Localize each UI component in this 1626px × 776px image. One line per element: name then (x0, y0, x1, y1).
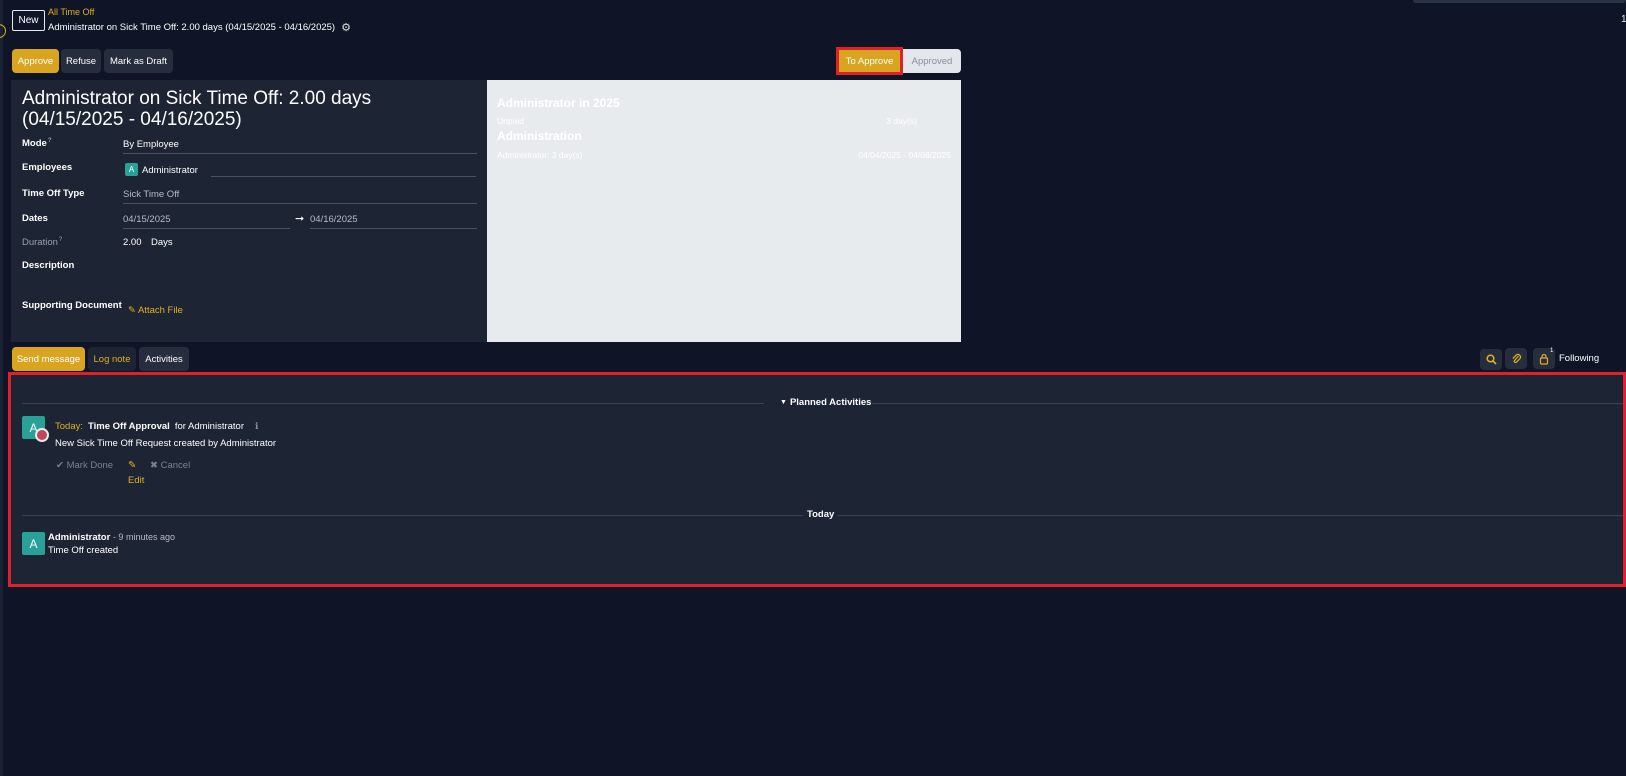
activities-button[interactable]: Activities (139, 347, 189, 371)
check-icon: ✔ (56, 460, 64, 471)
edit-activity-button[interactable]: Edit (128, 475, 144, 486)
new-button[interactable]: New (12, 10, 45, 31)
summary-row-value: 3 day(s) (886, 116, 917, 126)
today-date-separator: Today (807, 509, 835, 520)
attach-file-button[interactable]: ✎ Attach File (128, 305, 183, 316)
planned-activities-label: Planned Activities (789, 397, 872, 408)
attach-file-label: Attach File (137, 305, 183, 316)
date-to-field[interactable]: 04/16/2025 (310, 214, 477, 229)
divider (22, 403, 764, 404)
divider (872, 403, 1623, 404)
top-right-strip (1413, 0, 1626, 3)
duration-value: 2.00 (123, 237, 142, 248)
mode-label-text: Mode (22, 138, 47, 149)
time-off-type-label: Time Off Type (22, 188, 85, 199)
summary-department-title: Administration (497, 129, 582, 143)
cancel-activity-button[interactable]: ✖ Cancel (150, 460, 190, 471)
message-header: Administrator - 9 minutes ago (48, 532, 175, 543)
summary-department-row-value: 04/04/2025 - 04/08/2025 (858, 150, 951, 160)
message-body: Time Off created (48, 545, 119, 556)
employee-avatar: A (125, 163, 138, 176)
status-to-approve[interactable]: To Approve (836, 47, 903, 75)
breadcrumb-title: Administrator on Sick Time Off: 2.00 day… (48, 22, 336, 33)
left-toggle-circle[interactable] (0, 24, 6, 38)
paperclip-icon[interactable] (1505, 348, 1527, 369)
duration-help-icon[interactable]: ? (59, 237, 62, 243)
gear-icon[interactable]: ⚙ (341, 21, 351, 34)
send-message-button[interactable]: Send message (12, 347, 85, 371)
activity-title: Time Off Approval (88, 421, 170, 432)
description-label: Description (22, 260, 75, 271)
employees-label: Employees (22, 162, 73, 173)
activity-status-badge (35, 428, 49, 442)
close-icon: ✖ (150, 460, 158, 471)
top-right-indicator: 1 (1621, 14, 1626, 25)
mark-done-label: Mark Done (66, 460, 114, 471)
follower-count: 1 (1550, 348, 1554, 354)
supporting-document-label: Supporting Document (22, 300, 122, 311)
activity-due-label: Today: (55, 421, 83, 432)
avatar[interactable]: A (22, 532, 45, 555)
message-timestamp: - 9 minutes ago (112, 532, 175, 542)
mode-label: Mode? (22, 138, 51, 149)
activity-header: Today: Time Off Approval for Administrat… (55, 421, 258, 432)
activity-assignee: for Administrator (174, 421, 244, 432)
refuse-button[interactable]: Refuse (61, 49, 101, 73)
left-edge-bar (0, 0, 3, 776)
status-approved[interactable]: Approved (903, 49, 961, 73)
mode-help-icon[interactable]: ? (48, 138, 52, 144)
employees-input-line[interactable] (211, 176, 476, 177)
duration-label: Duration? (22, 237, 62, 248)
summary-department-row-label: Administrator: 3 day(s) (497, 150, 583, 160)
summary-row-label: Unpaid (497, 116, 524, 126)
date-range-arrow-icon: ➞ (295, 213, 305, 225)
duration-label-text: Duration (22, 237, 58, 248)
date-from-field[interactable]: 04/15/2025 (123, 214, 290, 229)
caret-down-icon: ▼ (780, 399, 787, 406)
approve-button[interactable]: Approve (12, 49, 59, 73)
divider (838, 515, 1623, 516)
search-icon[interactable] (1480, 349, 1502, 370)
message-author[interactable]: Administrator (48, 532, 110, 543)
page-title: Administrator on Sick Time Off: 2.00 day… (22, 88, 372, 130)
pencil-icon[interactable]: ✎ (128, 460, 136, 471)
paperclip-icon: ✎ (128, 305, 136, 316)
dates-label: Dates (22, 213, 48, 224)
following-button[interactable]: Following (1559, 353, 1599, 364)
mode-field[interactable]: By Employee (123, 139, 477, 154)
mark-done-button[interactable]: ✔ Mark Done (56, 460, 113, 471)
breadcrumb-current: Administrator on Sick Time Off: 2.00 day… (48, 21, 351, 34)
log-note-button[interactable]: Log note (88, 347, 136, 371)
planned-activities-toggle[interactable]: ▼ Planned Activities (780, 397, 871, 408)
divider (22, 515, 803, 516)
cancel-activity-label: Cancel (160, 460, 191, 471)
time-off-type-field[interactable]: Sick Time Off (123, 189, 477, 204)
activity-note: New Sick Time Off Request created by Adm… (55, 438, 277, 449)
duration-unit: Days (151, 237, 173, 248)
info-icon[interactable]: ℹ (255, 421, 258, 432)
employee-tag[interactable]: Administrator (142, 165, 198, 176)
breadcrumb-parent-link[interactable]: All Time Off (48, 7, 94, 17)
summary-year-title: Administrator in 2025 (497, 96, 620, 110)
mark-as-draft-button[interactable]: Mark as Draft (104, 49, 173, 73)
